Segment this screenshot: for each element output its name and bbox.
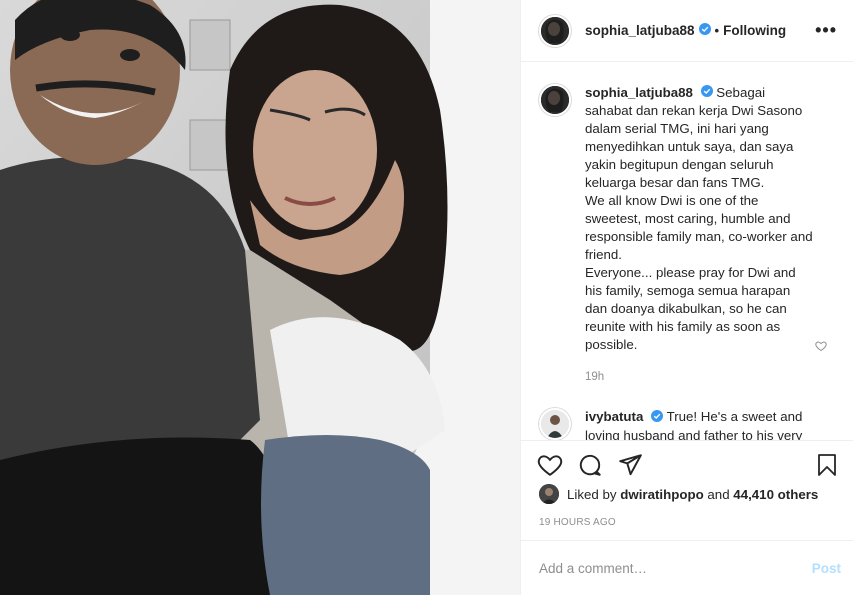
likes-joiner: and xyxy=(707,486,730,502)
paper-plane-icon[interactable] xyxy=(617,452,643,478)
following-button[interactable]: Following xyxy=(723,23,786,38)
commenter-username[interactable]: ivybatuta xyxy=(585,409,643,424)
comment-body: ivybatuta True! He's a sweet and loving … xyxy=(585,408,815,440)
photo-illustration xyxy=(0,0,520,595)
comment-input[interactable] xyxy=(539,560,812,576)
likes-summary: Liked by dwiratihpopo and 44,410 others xyxy=(539,484,818,504)
post-dialog: sophia_latjuba88 • Following ••• sophia_… xyxy=(0,0,853,595)
comment-item: ivybatuta True! He's a sweet and loving … xyxy=(539,408,837,440)
liker-username[interactable]: dwiratihpopo xyxy=(620,487,703,502)
comment-bubble-icon[interactable] xyxy=(577,452,603,478)
action-bar xyxy=(521,440,853,488)
caption-time[interactable]: 19h xyxy=(585,368,815,386)
author-avatar[interactable] xyxy=(539,14,571,47)
comment-like-icon[interactable] xyxy=(815,340,827,355)
post-header: sophia_latjuba88 • Following ••• xyxy=(521,0,853,62)
caption-username[interactable]: sophia_latjuba88 xyxy=(585,85,693,100)
liker-avatar[interactable] xyxy=(539,484,559,504)
caption-avatar[interactable] xyxy=(539,84,571,116)
heart-outline-icon[interactable] xyxy=(537,452,563,478)
likes-prefix: Liked by xyxy=(567,486,617,502)
comments-list[interactable]: sophia_latjuba88 Sebagai sahabat dan rek… xyxy=(521,62,853,440)
verified-badge-icon xyxy=(698,23,711,38)
more-options-icon[interactable]: ••• xyxy=(815,20,837,41)
likes-others-link[interactable]: 44,410 others xyxy=(733,487,818,502)
caption-text: Sebagai sahabat dan rekan kerja Dwi Saso… xyxy=(585,85,813,353)
verified-badge-icon xyxy=(700,84,713,102)
post-sidebar: sophia_latjuba88 • Following ••• sophia_… xyxy=(520,0,853,595)
caption-item: sophia_latjuba88 Sebagai sahabat dan rek… xyxy=(539,84,837,386)
verified-badge-icon xyxy=(651,409,664,427)
bookmark-icon[interactable] xyxy=(815,452,839,478)
post-timestamp[interactable]: 19 HOURS AGO xyxy=(539,517,616,528)
author-username[interactable]: sophia_latjuba88 xyxy=(585,23,695,38)
commenter-avatar[interactable] xyxy=(539,408,571,440)
header-separator: • xyxy=(714,23,720,38)
caption-body: sophia_latjuba88 Sebagai sahabat dan rek… xyxy=(585,84,815,386)
post-photo[interactable] xyxy=(0,0,520,595)
post-comment-button[interactable]: Post xyxy=(812,561,841,576)
add-comment-bar: Post xyxy=(521,540,853,595)
